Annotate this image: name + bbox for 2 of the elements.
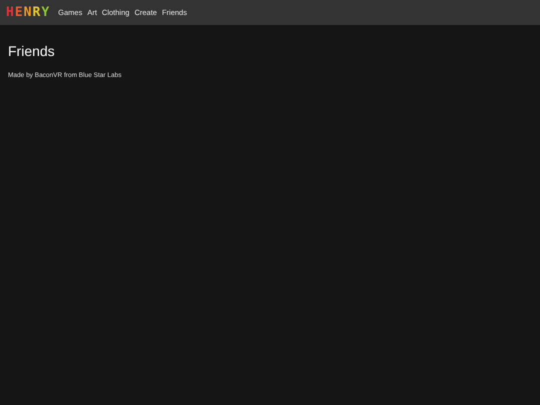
page-title: Friends — [8, 42, 56, 60]
logo-link[interactable]: H ENRY — [6, 2, 50, 22]
